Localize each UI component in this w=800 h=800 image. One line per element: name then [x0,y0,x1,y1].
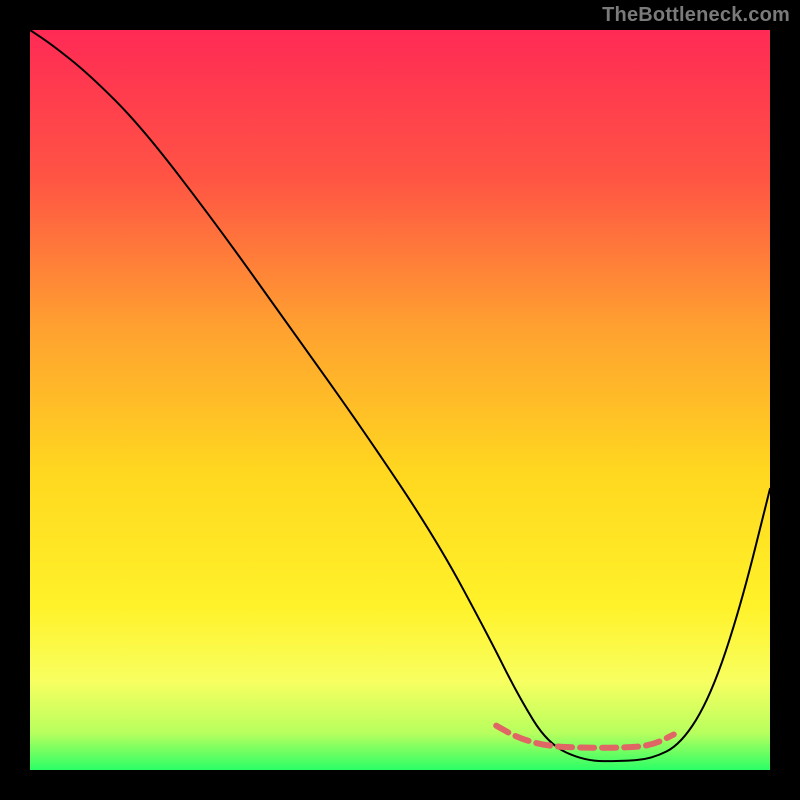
chart-plot-area [30,30,770,770]
chart-frame: TheBottleneck.com [0,0,800,800]
chart-svg [30,30,770,770]
chart-background [30,30,770,770]
watermark-label: TheBottleneck.com [602,4,790,27]
